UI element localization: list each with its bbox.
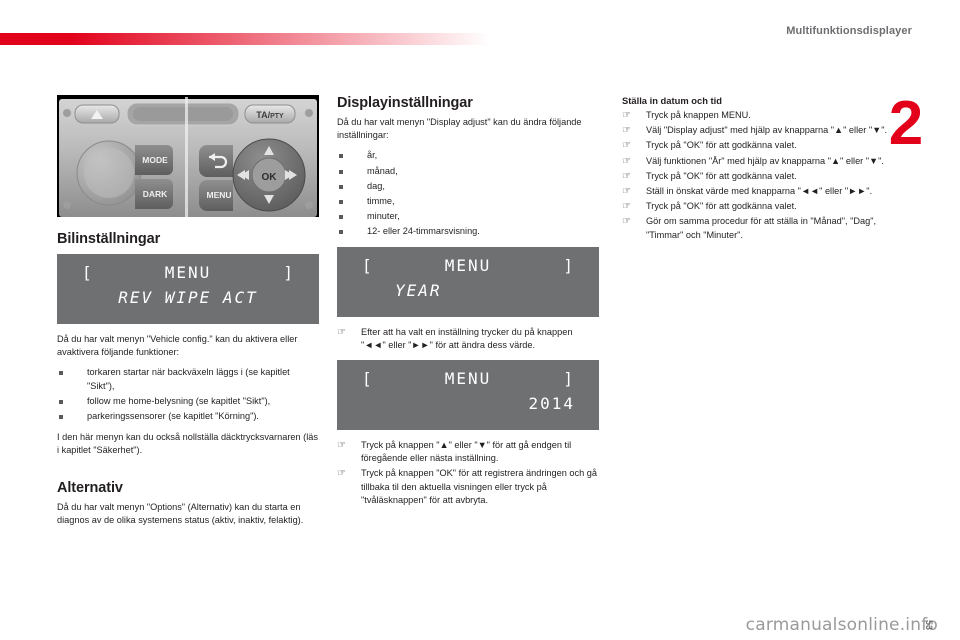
left-section-title: Bilinställningar	[57, 231, 161, 247]
set-date-time-step-list: ☞ Tryck på knappen MENU. ☞ Välj "Display…	[622, 109, 890, 242]
svg-text:OK: OK	[262, 172, 278, 183]
right-column: Ställa in datum och tid ☞ Tryck på knapp…	[622, 95, 890, 250]
list-item: ☞ Tryck på knappen MENU.	[622, 109, 890, 122]
list-item: ☞ Välj funktionen "År" med hjälp av knap…	[622, 155, 890, 168]
svg-text:DARK: DARK	[143, 189, 168, 199]
pointing-hand-icon: ☞	[337, 468, 346, 480]
display-adjust-setting-list: år, månad, dag, timme, minuter, 12- elle…	[337, 149, 599, 238]
lcd-menu-title: MENU	[164, 263, 212, 282]
lcd-menu-item: YEAR	[395, 280, 442, 300]
page-title: Multifunktionsdisplayer	[786, 25, 912, 37]
lcd-row-1: [ MENU ]	[57, 262, 319, 284]
lcd-row-2: YEAR	[337, 280, 599, 302]
list-item: år,	[337, 149, 599, 162]
radio-control-panel-photo: TA/PTY MODE DARK MENU OK	[57, 95, 319, 217]
pointing-hand-icon: ☞	[337, 326, 346, 338]
list-item-label: Välj "Display adjust" med hjälp av knapp…	[646, 125, 888, 136]
list-item: follow me home-belysning (se kapitlet "S…	[57, 395, 319, 408]
lcd-menu-title: MENU	[444, 255, 492, 275]
list-item-label: Tryck på "OK" för att godkänna valet.	[646, 201, 797, 212]
list-item-label: Välj funktionen "År" med hjälp av knappa…	[646, 155, 884, 166]
lcd-display-2014: [ MENU ] 2014	[337, 360, 599, 431]
list-item: ☞ Tryck på knappen "▲" eller "▼" för att…	[337, 439, 599, 465]
svg-text:MODE: MODE	[142, 155, 168, 165]
left-column: TA/PTY MODE DARK MENU OK Bilinställninga…	[57, 95, 319, 534]
pointing-hand-icon: ☞	[622, 140, 631, 152]
middle-intro-text: Då du har valt menyn "Display adjust" ka…	[337, 117, 582, 141]
list-item-label: Tryck på knappen MENU.	[646, 110, 751, 120]
right-section-title: Ställa in datum och tid	[622, 95, 723, 106]
list-item: månad,	[337, 165, 599, 178]
list-item-label: Efter att ha valt en inställning trycker…	[361, 326, 573, 350]
pointing-hand-icon: ☞	[622, 170, 631, 182]
list-item: ☞ Tryck på "OK" för att godkänna valet.	[622, 139, 890, 152]
pointing-hand-icon: ☞	[622, 201, 631, 213]
left-outro-text: I den här menyn kan du också nollställa …	[57, 432, 318, 456]
alternativ-text: Då du har valt menyn "Options" (Alternat…	[57, 501, 304, 525]
list-item: timme,	[337, 195, 599, 208]
list-item: ☞ Tryck på "OK" för att godkänna valet.	[622, 170, 890, 183]
list-item: torkaren startar när backväxeln läggs i …	[57, 366, 319, 392]
lcd-menu-item: REV WIPE ACT	[118, 288, 258, 307]
alternativ-section-title: Alternativ	[57, 479, 123, 496]
pointing-hand-icon: ☞	[622, 110, 631, 121]
list-item: ☞ Välj "Display adjust" med hjälp av kna…	[622, 124, 890, 137]
lcd-bracket-right: ]	[563, 255, 575, 275]
list-item: 12- eller 24-timmarsvisning.	[337, 225, 599, 238]
list-item: ☞ Ställ in önskat värde med knapparna "◄…	[622, 185, 890, 198]
list-item-label: Gör om samma procedur för att ställa in …	[646, 216, 877, 240]
pointing-hand-icon: ☞	[622, 125, 631, 137]
middle-section-title: Displayinställningar	[337, 95, 473, 111]
lcd-value: 2014	[528, 394, 575, 414]
pointing-hand-icon: ☞	[337, 440, 346, 452]
lcd-menu-title: MENU	[444, 369, 492, 389]
lcd-row-2: 2014	[337, 393, 599, 415]
svg-text:MENU: MENU	[206, 190, 231, 200]
pointing-hand-icon: ☞	[622, 216, 631, 228]
middle-step-list-b: ☞ Tryck på knappen "▲" eller "▼" för att…	[337, 439, 599, 507]
list-item-label: Tryck på knappen "▲" eller "▼" för att g…	[361, 440, 572, 464]
lcd-bracket-right: ]	[283, 263, 295, 282]
list-item: dag,	[337, 180, 599, 193]
list-item-label: Tryck på knappen "OK" för att registrera…	[361, 468, 597, 505]
lcd-row-1: [ MENU ]	[337, 255, 599, 277]
pointing-hand-icon: ☞	[622, 155, 631, 167]
list-item: minuter,	[337, 210, 599, 223]
list-item-label: Tryck på "OK" för att godkänna valet.	[646, 170, 797, 181]
list-item: ☞ Efter att ha valt en inställning tryck…	[337, 326, 599, 352]
site-watermark: carmanualsonline.info	[745, 615, 938, 635]
middle-step-list-a: ☞ Efter att ha valt en inställning tryck…	[337, 326, 599, 352]
lcd-display-year: [ MENU ] YEAR	[337, 246, 599, 317]
list-item: ☞ Tryck på "OK" för att godkänna valet.	[622, 200, 890, 213]
vehicle-config-function-list: torkaren startar när backväxeln läggs i …	[57, 366, 319, 423]
pointing-hand-icon: ☞	[622, 186, 631, 198]
list-item: ☞ Tryck på knappen "OK" för att registre…	[337, 467, 599, 507]
lcd-bracket-right: ]	[563, 369, 575, 389]
left-intro-text: Då du har valt menyn "Vehicle config." k…	[57, 334, 298, 358]
radio-panel-illustration: TA/PTY MODE DARK MENU OK	[57, 95, 319, 217]
middle-column: Displayinställningar Då du har valt meny…	[337, 95, 599, 515]
page-number: 53	[924, 619, 934, 630]
lcd-row-2: REV WIPE ACT	[57, 287, 319, 309]
list-item-label: Ställ in önskat värde med knapparna "◄◄"…	[646, 186, 873, 197]
header-accent-rule	[0, 33, 490, 45]
lcd-row-1: [ MENU ]	[337, 368, 599, 390]
lcd-display-vehicle-config: [ MENU ] REV WIPE ACT	[57, 254, 319, 324]
list-item: ☞ Gör om samma procedur för att ställa i…	[622, 215, 890, 241]
list-item: parkeringssensorer (se kapitlet "Körning…	[57, 410, 319, 423]
list-item-label: Tryck på "OK" för att godkänna valet.	[646, 140, 797, 151]
